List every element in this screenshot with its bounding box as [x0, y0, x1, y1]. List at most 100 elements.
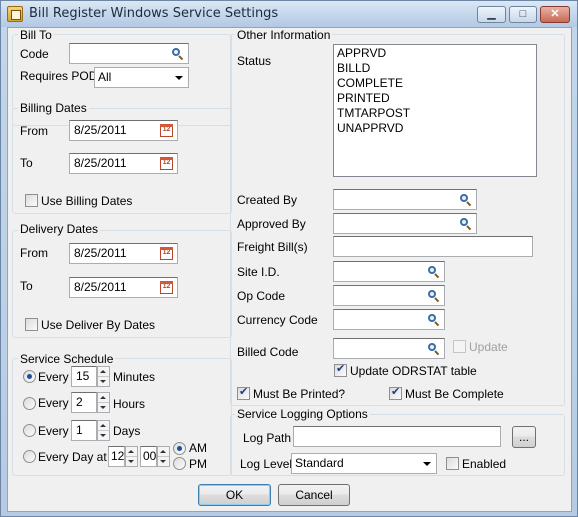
billing-to-value: 8/25/2011 [74, 156, 127, 170]
calendar-icon[interactable]: 12 [160, 247, 173, 260]
billing-from-label: From [20, 124, 48, 138]
lookup-icon[interactable] [459, 217, 473, 231]
freight-bills-label: Freight Bill(s) [237, 240, 308, 254]
close-button[interactable]: ✕ [540, 6, 570, 23]
every-days-radio[interactable] [23, 424, 36, 437]
site-id-label: Site I.D. [237, 265, 280, 279]
lookup-icon[interactable] [427, 342, 441, 356]
billing-from-value: 8/25/2011 [74, 123, 127, 137]
requires-pod-label: Requires POD [20, 69, 98, 83]
use-deliver-by-dates-checkbox[interactable] [25, 318, 38, 331]
update-odrstat-checkbox[interactable] [334, 362, 347, 377]
requires-pod-value: All [98, 70, 112, 84]
billing-from-date[interactable]: 8/25/2011 12 [69, 120, 178, 141]
close-icon: ✕ [550, 8, 560, 20]
requires-pod-select[interactable]: All [94, 67, 189, 88]
pm-label: PM [189, 457, 207, 471]
site-id-input[interactable] [333, 261, 445, 282]
use-billing-dates-label: Use Billing Dates [41, 194, 133, 208]
minutes-value: 15 [76, 369, 90, 383]
lookup-icon[interactable] [427, 313, 441, 327]
lookup-icon[interactable] [427, 265, 441, 279]
hours-label: Hours [113, 397, 146, 411]
every-label: Every [38, 370, 69, 384]
log-path-input[interactable] [293, 426, 501, 447]
lookup-icon[interactable] [427, 289, 441, 303]
must-be-printed-label: Must Be Printed? [253, 387, 346, 401]
minutes-label: Minutes [113, 370, 156, 384]
calendar-icon[interactable]: 12 [160, 157, 173, 170]
op-code-input[interactable] [333, 285, 445, 306]
chevron-down-icon [175, 76, 183, 80]
hour-value: 12 [111, 449, 125, 463]
every-day-at-radio[interactable] [23, 450, 36, 463]
minimize-icon: ▁ [487, 8, 496, 20]
must-be-complete-checkbox[interactable] [389, 385, 402, 400]
delivery-to-value: 8/25/2011 [74, 280, 127, 294]
browse-button[interactable]: ... [512, 426, 536, 448]
lookup-icon[interactable] [459, 193, 473, 207]
billing-dates-legend: Billing Dates [18, 101, 89, 115]
enabled-checkbox[interactable] [446, 457, 459, 470]
bill-to-code-input[interactable] [69, 43, 189, 64]
pm-radio[interactable] [173, 457, 186, 470]
service-schedule-legend: Service Schedule [18, 352, 116, 366]
currency-code-input[interactable] [333, 309, 445, 330]
status-item[interactable]: UNAPPRVD [337, 121, 533, 136]
status-item[interactable]: PRINTED [337, 91, 533, 106]
freight-bills-input[interactable] [333, 236, 533, 257]
minute-input[interactable]: 00 [140, 446, 157, 467]
approved-by-input[interactable] [333, 213, 477, 234]
minutes-spinner[interactable] [97, 366, 110, 387]
hour-input[interactable]: 12 [108, 446, 125, 467]
every-hours-radio[interactable] [23, 397, 36, 410]
hour-spinner[interactable] [125, 446, 138, 467]
delivery-to-date[interactable]: 8/25/2011 12 [69, 277, 178, 298]
code-label: Code [20, 47, 49, 61]
status-listbox[interactable]: APPRVD BILLD COMPLETE PRINTED TMTARPOST … [333, 44, 537, 177]
window-title: Bill Register Windows Service Settings [29, 6, 279, 21]
currency-code-label: Currency Code [237, 313, 318, 327]
settings-window: Bill Register Windows Service Settings ▁… [0, 0, 578, 517]
delivery-from-label: From [20, 246, 48, 260]
update-checkbox[interactable] [453, 340, 466, 353]
must-be-printed-checkbox[interactable] [237, 385, 250, 400]
status-item[interactable]: TMTARPOST [337, 106, 533, 121]
billing-to-date[interactable]: 8/25/2011 12 [69, 153, 178, 174]
delivery-from-date[interactable]: 8/25/2011 12 [69, 243, 178, 264]
am-radio[interactable] [173, 442, 186, 455]
hours-spinner[interactable] [97, 392, 110, 413]
created-by-label: Created By [237, 193, 298, 207]
billed-code-input[interactable] [333, 338, 445, 359]
calendar-icon[interactable]: 12 [160, 281, 173, 294]
approved-by-label: Approved By [237, 217, 306, 231]
log-level-label: Log Level [240, 457, 293, 471]
every-day-at-label: Every Day at [38, 450, 107, 464]
created-by-input[interactable] [333, 189, 477, 210]
status-item[interactable]: COMPLETE [337, 76, 533, 91]
status-item[interactable]: BILLD [337, 61, 533, 76]
cancel-button[interactable]: Cancel [278, 484, 350, 506]
maximize-icon: □ [519, 8, 527, 20]
days-spinner[interactable] [97, 420, 110, 441]
status-label: Status [237, 54, 272, 68]
log-level-select[interactable]: Standard [291, 453, 437, 474]
minute-spinner[interactable] [157, 446, 170, 467]
maximize-button[interactable]: □ [509, 6, 537, 23]
delivery-from-value: 8/25/2011 [74, 246, 127, 260]
use-billing-dates-checkbox[interactable] [25, 194, 38, 207]
minutes-input[interactable]: 15 [71, 366, 97, 387]
status-item[interactable]: APPRVD [337, 46, 533, 61]
days-input[interactable]: 1 [71, 420, 97, 441]
ok-button[interactable]: OK [198, 484, 271, 506]
am-label: AM [189, 441, 207, 455]
log-level-value: Standard [295, 456, 344, 470]
calendar-icon[interactable]: 12 [160, 124, 173, 137]
hours-input[interactable]: 2 [71, 392, 97, 413]
every-label: Every [38, 424, 69, 438]
lookup-icon[interactable] [171, 47, 185, 61]
delivery-dates-legend: Delivery Dates [18, 222, 101, 236]
minimize-button[interactable]: ▁ [477, 6, 506, 23]
every-minutes-radio[interactable] [23, 370, 36, 383]
title-bar[interactable]: Bill Register Windows Service Settings ▁… [1, 1, 577, 27]
